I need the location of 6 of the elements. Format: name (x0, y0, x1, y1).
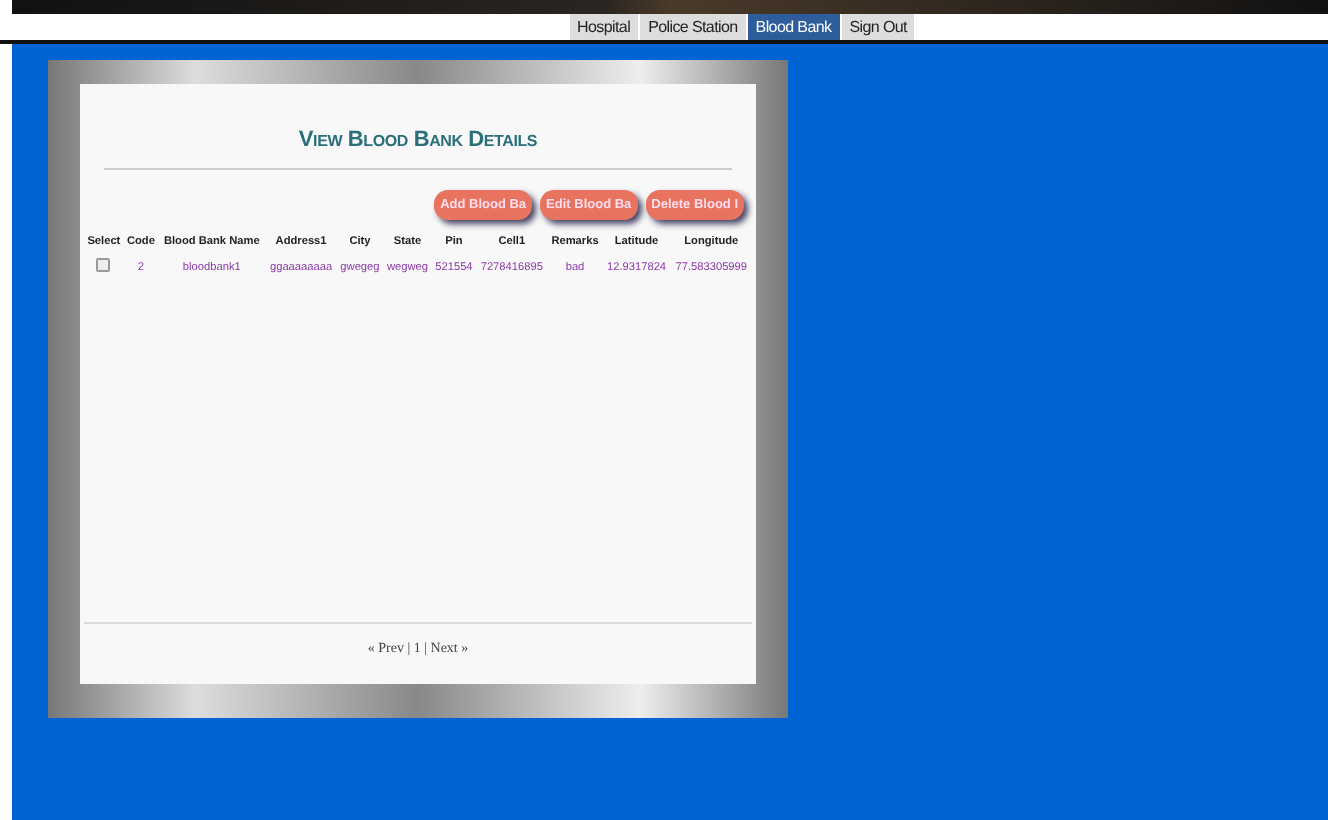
nav-tab[interactable]: Hospital (569, 14, 639, 40)
nav-tab[interactable]: Police Station (640, 14, 746, 40)
row-checkbox[interactable] (96, 258, 111, 272)
nav-tab[interactable]: Blood Bank (747, 14, 840, 40)
nav-tab[interactable]: Sign Out (841, 14, 915, 40)
page-heading: View Blood Bank Details (104, 128, 732, 170)
